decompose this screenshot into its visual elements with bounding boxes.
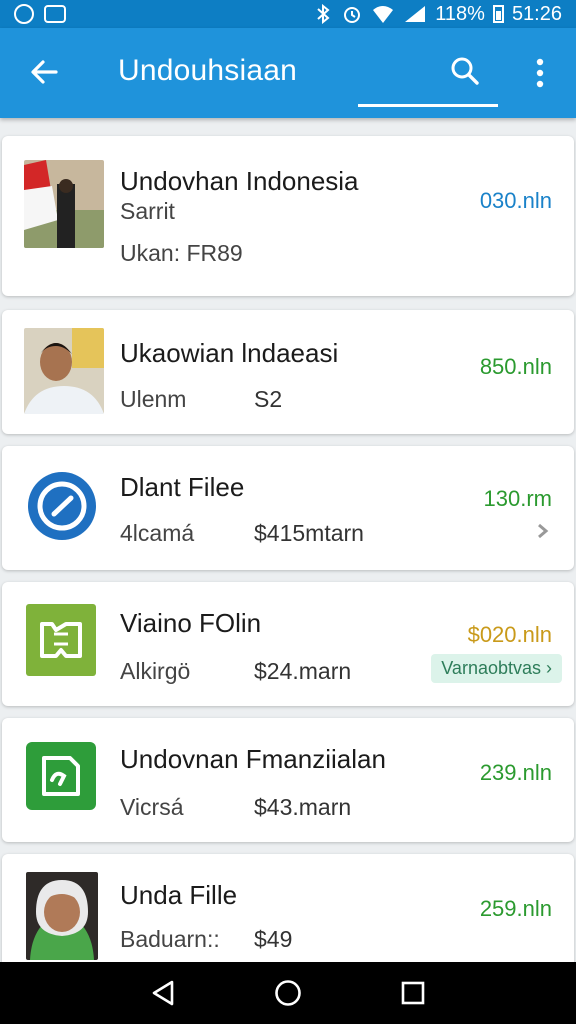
book-icon	[26, 604, 96, 676]
search-button[interactable]	[444, 50, 486, 92]
item-price: 259.nln	[479, 896, 552, 921]
back-button[interactable]	[24, 52, 64, 92]
list-item[interactable]: Viaino FOlin Alkirgö $24.marn $020.nln V…	[2, 582, 574, 706]
item-price: 239.nln	[479, 760, 552, 785]
item-price: $020.nln	[467, 622, 552, 647]
app-title: Undouhsiaan	[118, 54, 298, 87]
nav-recents-icon	[402, 981, 425, 1005]
list-item[interactable]: Dlant Filee 4lcamá $415mtarn 130.rm	[2, 446, 574, 570]
system-nav-bar	[0, 962, 576, 1024]
item-amount: $43.marn	[254, 794, 352, 820]
item-price: 850.nln	[479, 354, 552, 379]
person-photo	[24, 328, 104, 414]
back-arrow-icon	[31, 60, 58, 84]
list-item[interactable]: Undovhan Indonesia Sarrit Ukan: FR89 030…	[2, 136, 574, 296]
search-icon	[451, 57, 479, 85]
compass-icon	[24, 466, 104, 546]
item-subtitle: Sarrit	[120, 198, 175, 224]
item-subtitle: Alkirgö	[120, 658, 191, 684]
item-subtitle: Ulenm	[120, 386, 187, 412]
clock: 51:26	[511, 2, 562, 25]
chevron-right-icon[interactable]	[534, 520, 552, 546]
item-name: Unda Fille	[120, 880, 238, 910]
nav-back-button[interactable]	[145, 975, 181, 1011]
notification-icon	[14, 4, 34, 24]
list-item[interactable]: Ukaowian lndaeasi Ulenm S2 850.nln	[2, 310, 574, 434]
list-item[interactable]: Unda Fille Baduarn:: $49 259.nln	[2, 854, 574, 970]
alarm-icon	[344, 7, 361, 23]
item-amount: S2	[254, 386, 283, 412]
item-amount: $24.marn	[254, 658, 352, 684]
battery-icon	[492, 5, 504, 23]
nav-back-icon	[152, 980, 173, 1006]
item-detail: Ukan: FR89	[120, 240, 243, 266]
image-notification-icon	[44, 5, 66, 23]
item-amount: $49	[254, 926, 293, 952]
search-underline	[358, 104, 498, 107]
list-item[interactable]: Undovnan Fmanziialan Vicrsá $43.marn 239…	[2, 718, 574, 842]
item-price: 030.nln	[479, 188, 552, 213]
item-price: 130.rm	[483, 486, 552, 511]
battery-percent: 118%	[435, 2, 485, 25]
item-amount: $415mtarn	[254, 520, 364, 546]
item-name: Viaino FOlin	[120, 608, 262, 638]
nav-recents-button[interactable]	[395, 975, 431, 1011]
item-subtitle: 4lcamá	[120, 520, 195, 546]
item-name: Undovhan Indonesia	[120, 166, 359, 196]
nav-home-icon	[275, 980, 301, 1006]
item-subtitle: Baduarn::	[120, 926, 220, 952]
more-vert-icon	[536, 58, 544, 88]
person-hijab-photo	[26, 872, 98, 960]
status-bar: 118% 51:26	[0, 0, 576, 28]
variant-tag-label: Varnaobtvas	[441, 658, 541, 678]
variant-tag[interactable]: Varnaobtvas ›	[431, 654, 562, 683]
bluetooth-icon	[317, 4, 330, 24]
item-subtitle: Vicrsá	[120, 794, 184, 820]
signal-icon	[405, 6, 426, 22]
more-options-button[interactable]	[524, 50, 556, 96]
item-name: Undovnan Fmanziialan	[120, 744, 386, 774]
item-name: Dlant Filee	[120, 472, 245, 502]
wifi-icon	[373, 6, 394, 23]
nav-home-button[interactable]	[270, 975, 306, 1011]
flag-photo	[24, 160, 104, 248]
app-bar: Undouhsiaan	[0, 28, 576, 118]
item-name: Ukaowian lndaeasi	[120, 338, 339, 368]
file-edit-icon	[26, 742, 96, 810]
